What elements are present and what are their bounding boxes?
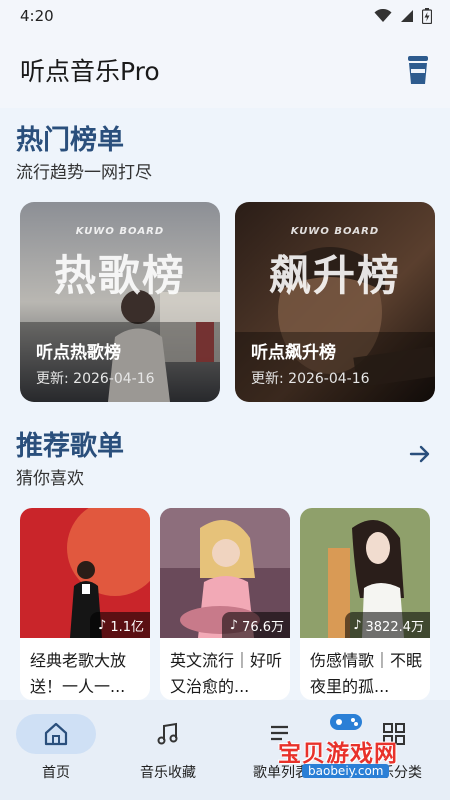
battery-icon — [422, 8, 432, 24]
chart-big-text: 热歌榜 — [53, 251, 186, 300]
play-count-badge: ♪ 76.6万 — [221, 612, 290, 638]
chart-card-hot[interactable]: KUWO BOARD 热歌榜 听点热歌榜 更新: 2026-04-16 — [20, 202, 220, 402]
play-count: 1.1亿 — [110, 619, 144, 635]
board-tag: KUWO BOARD — [290, 226, 380, 237]
status-time: 4:20 — [20, 7, 54, 25]
music-note-icon: ♪ — [353, 617, 362, 633]
hot-charts-subtitle: 流行趋势一网打尽 — [16, 163, 152, 183]
home-icon — [16, 714, 96, 754]
wifi-icon — [374, 9, 392, 22]
music-note-icon — [128, 714, 208, 754]
playlist-cover: ♪ 3822.4万 — [300, 508, 430, 638]
signal-icon — [401, 10, 413, 22]
nav-label: 首页 — [42, 765, 70, 781]
playlist-cover: ♪ 1.1亿 — [20, 508, 150, 638]
chart-card-rising[interactable]: KUWO BOARD 飙升榜 听点飙升榜 更新: 2026-04-16 — [235, 202, 435, 402]
app-header: 听点音乐Pro — [0, 32, 450, 108]
recommended-subtitle: 猜你喜欢 — [16, 469, 84, 489]
board-tag: KUWO BOARD — [75, 226, 165, 237]
chart-name: 听点飙升榜 — [251, 343, 336, 363]
play-count-badge: ♪ 3822.4万 — [345, 612, 430, 638]
playlist-title: 英文流行｜好听又治愈的... — [170, 651, 282, 696]
playlist-cover: ♪ 76.6万 — [160, 508, 290, 638]
nav-label: 音乐收藏 — [140, 765, 196, 781]
status-icons — [374, 8, 432, 24]
chart-updated: 更新: 2026-04-16 — [251, 371, 370, 387]
nav-item-home[interactable]: 首页 — [0, 714, 112, 782]
gamepad-icon — [330, 714, 362, 730]
playlist-title: 经典老歌大放送！一人一... — [30, 651, 127, 696]
app-title: 听点音乐Pro — [20, 57, 160, 86]
music-note-icon: ♪ — [98, 617, 107, 633]
nav-item-favorites[interactable]: 音乐收藏 — [112, 714, 224, 782]
watermark: 宝贝游戏网 baobeiy.com — [268, 708, 428, 780]
chart-name: 听点热歌榜 — [36, 343, 121, 363]
play-count: 3822.4万 — [365, 619, 425, 635]
watermark-text: 宝贝游戏网 — [278, 741, 398, 767]
playlist-card[interactable]: ♪ 76.6万 英文流行｜好听又治愈的... — [160, 508, 290, 700]
home-content[interactable]: 热门榜单 流行趋势一网打尽 KUWO BOARD 热歌榜 听点热歌榜 更新: 2… — [0, 108, 450, 700]
playlist-title: 伤感情歌｜不眠夜里的孤... — [310, 651, 422, 696]
play-count-badge: ♪ 1.1亿 — [90, 612, 150, 638]
recommended-title: 推荐歌单 — [16, 431, 124, 462]
playlist-card[interactable]: ♪ 3822.4万 伤感情歌｜不眠夜里的孤... — [300, 508, 430, 700]
chart-big-text: 飙升榜 — [268, 251, 401, 300]
arrow-right-icon[interactable] — [404, 438, 436, 470]
chart-updated: 更新: 2026-04-16 — [36, 371, 155, 387]
music-note-icon: ♪ — [229, 617, 239, 633]
hot-charts-title: 热门榜单 — [16, 125, 124, 156]
watermark-url: baobeiy.com — [302, 764, 390, 778]
playlist-card[interactable]: ♪ 1.1亿 经典老歌大放送！一人一... — [20, 508, 150, 700]
cup-icon[interactable] — [406, 54, 430, 86]
status-bar: 4:20 — [0, 0, 450, 32]
play-count: 76.6万 — [242, 619, 284, 635]
